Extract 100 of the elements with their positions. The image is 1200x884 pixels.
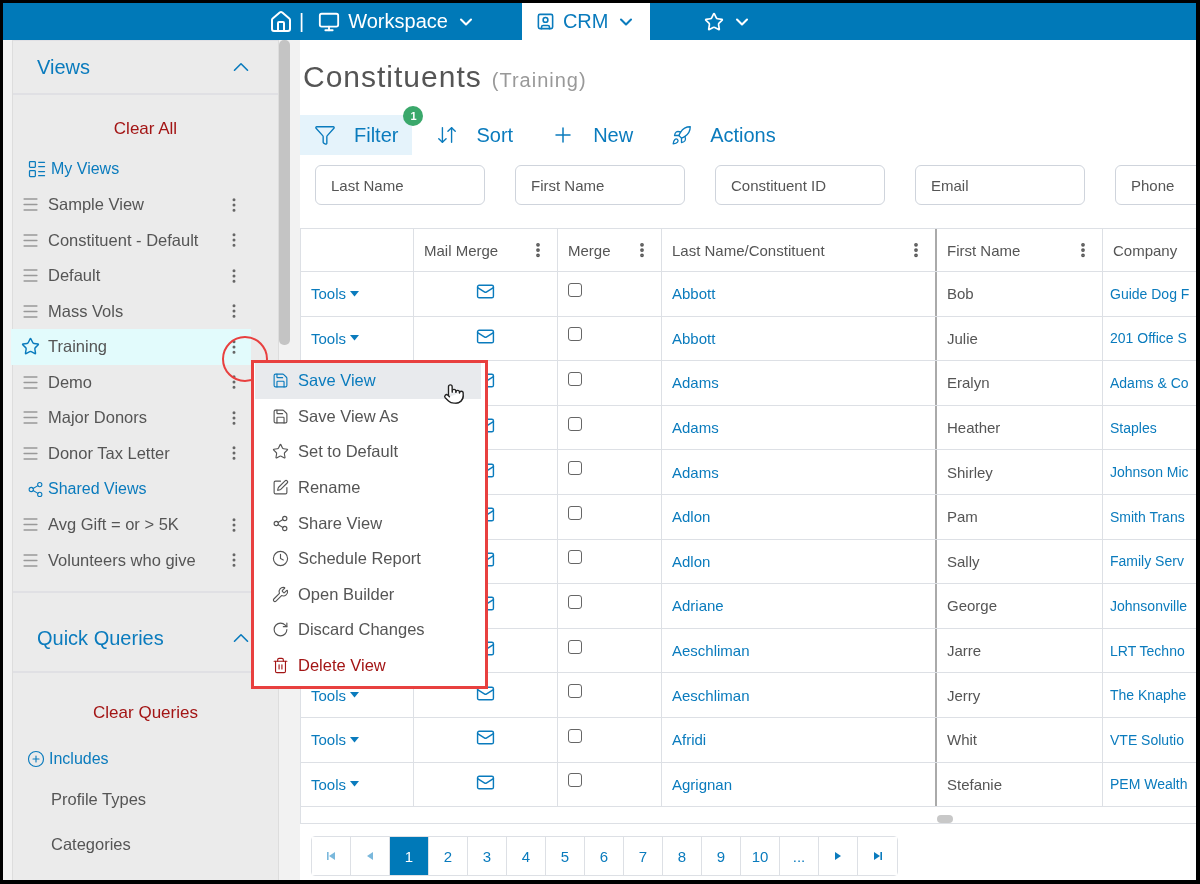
merge-checkbox[interactable]	[568, 594, 582, 609]
merge-checkbox[interactable]	[568, 327, 582, 342]
company-link[interactable]: PEM Wealth	[1110, 776, 1188, 793]
wrench-icon	[272, 585, 289, 603]
view-item[interactable]: Sample View	[11, 187, 251, 223]
company-link[interactable]: The Knaphe	[1110, 687, 1187, 704]
filter-icon	[314, 124, 336, 146]
nav-tab[interactable]: Workspace	[304, 3, 490, 40]
view-item[interactable]: Major Donors	[11, 400, 251, 436]
views-header[interactable]: Views	[13, 40, 278, 95]
constituent-link[interactable]: Aeschliman	[672, 642, 750, 660]
company-link[interactable]: Staples	[1110, 419, 1157, 436]
page-button[interactable]: 1	[390, 837, 429, 875]
scrollbar-thumb[interactable]	[279, 40, 290, 345]
query-option[interactable]: Categories	[13, 822, 278, 867]
company-link[interactable]: Guide Dog F	[1110, 285, 1190, 302]
merge-checkbox[interactable]	[568, 282, 582, 297]
view-item[interactable]: Donor Tax Letter	[11, 435, 251, 471]
merge-checkbox[interactable]	[568, 550, 582, 565]
section-title: Views	[37, 55, 90, 79]
mail-icon[interactable]	[476, 728, 495, 748]
company-link[interactable]: Adams & Co	[1110, 375, 1189, 391]
tools-dropdown[interactable]: Tools	[311, 686, 360, 704]
edit-icon	[272, 479, 289, 497]
menu-item[interactable]: Schedule Report	[255, 540, 481, 577]
constituent-link[interactable]: Agrignan	[672, 775, 733, 793]
share-icon	[27, 480, 44, 498]
section-title: Quick Queries	[37, 626, 164, 650]
filter-field[interactable]: Email	[915, 165, 1085, 205]
tools-dropdown[interactable]: Tools	[311, 285, 360, 303]
constituent-link[interactable]: Adlon	[672, 552, 711, 570]
view-item[interactable]: Constituent - Default	[11, 222, 251, 258]
filter-field[interactable]: Last Name	[315, 165, 485, 205]
view-item[interactable]: Mass Vols	[11, 293, 251, 329]
constituent-link[interactable]: Aeschliman	[672, 686, 750, 704]
first-name: Whit	[947, 731, 977, 749]
scrollbar-thumb[interactable]	[937, 815, 953, 823]
merge-checkbox[interactable]	[568, 684, 582, 699]
query-option[interactable]: Profile Types	[13, 777, 278, 822]
company-link[interactable]: Family Serv	[1110, 553, 1184, 570]
constituent-link[interactable]: Abbott	[672, 329, 716, 347]
company-link[interactable]: Smith Trans	[1110, 508, 1185, 525]
first-name: Heather	[947, 419, 1001, 437]
filter-field[interactable]: Constituent ID	[715, 165, 885, 205]
menu-item[interactable]: Save View	[255, 363, 481, 399]
merge-checkbox[interactable]	[568, 728, 582, 743]
company-link[interactable]: Johnsonville	[1110, 597, 1188, 614]
toolbar-button[interactable]: Actions	[657, 115, 790, 155]
menu-item[interactable]: Set to Default	[255, 434, 481, 470]
constituent-link[interactable]: Afridi	[672, 731, 707, 749]
first-name: Pam	[947, 508, 978, 526]
tools-dropdown[interactable]: Tools	[311, 775, 360, 793]
menu-item[interactable]: Share View	[255, 505, 481, 541]
filter-field[interactable]: Phone	[1115, 165, 1196, 205]
company-link[interactable]: 201 Office S	[1110, 330, 1187, 347]
tools-dropdown[interactable]: Tools	[311, 731, 360, 749]
company-link[interactable]: LRT Techno	[1110, 642, 1185, 659]
clear-queries-link[interactable]: Clear Queries	[13, 703, 278, 723]
first-name: Stefanie	[947, 775, 1003, 793]
company-link[interactable]: Johnson Mic	[1110, 464, 1189, 481]
constituent-link[interactable]: Adams	[672, 374, 719, 392]
constituent-link[interactable]: Adams	[672, 463, 719, 481]
last-page-icon	[871, 850, 884, 862]
merge-checkbox[interactable]	[568, 773, 582, 788]
view-item[interactable]: Default	[11, 258, 251, 294]
constituent-link[interactable]: Abbott	[672, 285, 716, 303]
view-item[interactable]: Training	[11, 329, 251, 365]
merge-checkbox[interactable]	[568, 416, 582, 431]
toolbar-button[interactable]: Sort	[422, 115, 528, 155]
tools-dropdown[interactable]: Tools	[311, 329, 360, 347]
merge-checkbox[interactable]	[568, 461, 582, 476]
company-link[interactable]: VTE Solutio	[1110, 731, 1184, 748]
view-group-link[interactable]: My Views	[13, 151, 278, 187]
clear-all-link[interactable]: Clear All	[13, 119, 278, 139]
includes-link[interactable]: Includes	[13, 741, 278, 777]
view-item[interactable]: Demo	[11, 364, 251, 400]
first-name: Sally	[947, 552, 980, 570]
view-item[interactable]: Avg Gift = or > 5K	[11, 507, 251, 543]
merge-checkbox[interactable]	[568, 505, 582, 520]
constituent-link[interactable]: Adams	[672, 419, 719, 437]
mail-icon[interactable]	[476, 326, 495, 346]
column-header: Mail Merge	[414, 229, 558, 271]
merge-checkbox[interactable]	[568, 639, 582, 654]
nav-separator: |	[299, 10, 305, 33]
merge-checkbox[interactable]	[568, 372, 582, 386]
nav-tab[interactable]: CRM	[521, 3, 651, 40]
refresh-icon	[272, 621, 289, 639]
constituent-link[interactable]: Adriane	[672, 597, 724, 615]
mail-icon[interactable]	[476, 772, 495, 792]
view-item[interactable]: Volunteers who give	[11, 542, 251, 578]
first-page-icon	[325, 850, 337, 862]
first-name: Jerry	[947, 686, 981, 704]
filter-field[interactable]: First Name	[515, 165, 685, 205]
menu-item[interactable]: Save View As	[255, 398, 481, 435]
column-header: First Name	[937, 229, 1103, 271]
page-title: Constituents	[303, 60, 482, 94]
mail-icon[interactable]	[476, 282, 495, 302]
constituent-link[interactable]: Adlon	[672, 508, 711, 526]
toolbar-button[interactable]: New	[537, 115, 648, 155]
sort-icon	[436, 124, 459, 146]
